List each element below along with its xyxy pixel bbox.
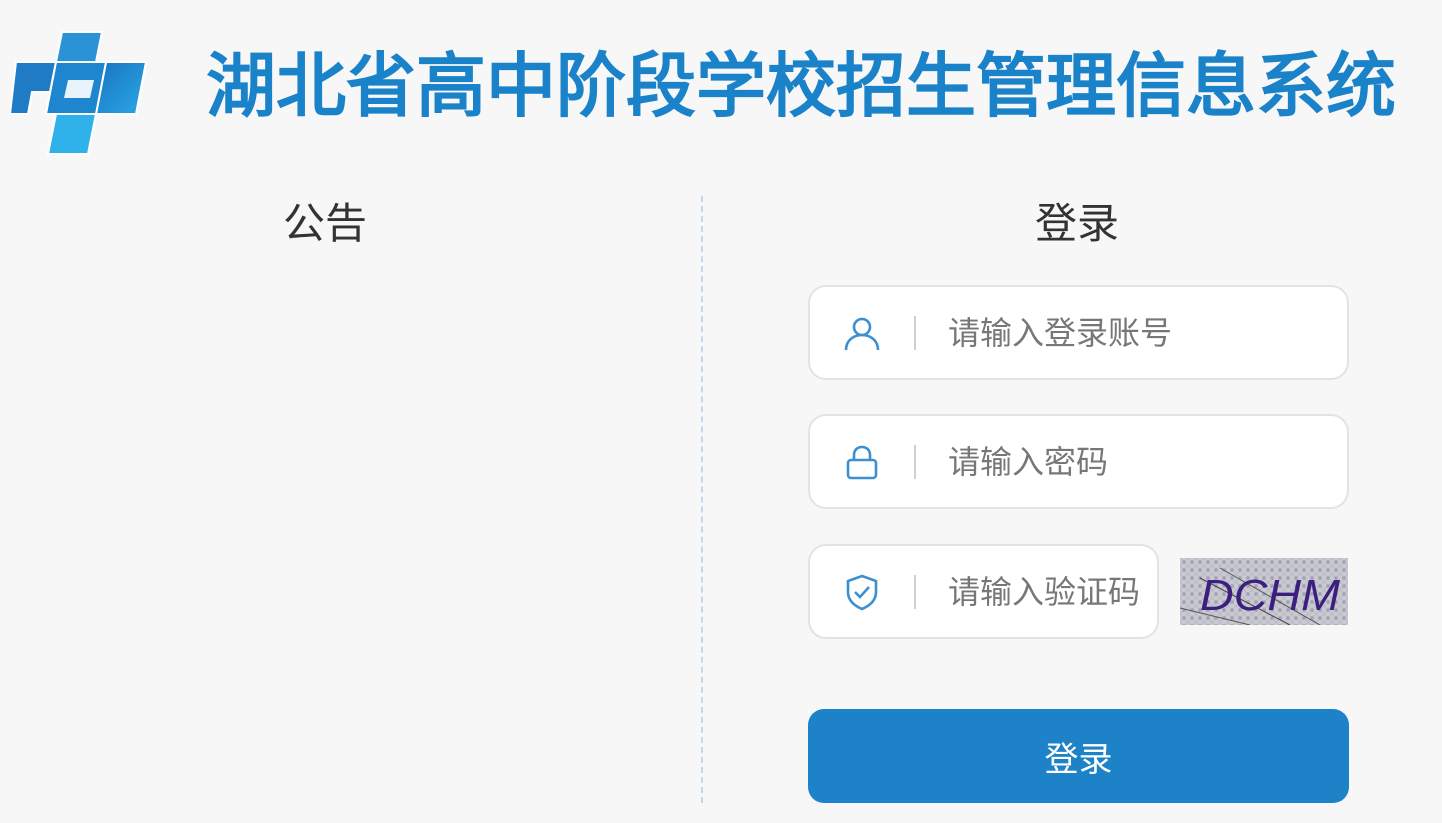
captcha-field[interactable] — [808, 544, 1159, 639]
login-button[interactable]: 登录 — [808, 709, 1349, 803]
captcha-image[interactable]: DCHM — [1180, 558, 1348, 625]
password-field[interactable] — [808, 414, 1349, 509]
user-icon — [844, 317, 880, 350]
column-divider — [701, 196, 703, 803]
password-input[interactable] — [948, 442, 1318, 481]
login-heading: 登录 — [1035, 199, 1120, 248]
field-separator — [914, 444, 916, 479]
lock-icon — [846, 445, 878, 479]
captcha-text: DCHM — [1200, 571, 1340, 620]
username-input[interactable] — [948, 313, 1318, 352]
login-page: 湖北省高中阶段学校招生管理信息系统 公告 登录 请输入登录账号 请输入验证码 D… — [0, 0, 1442, 823]
field-separator — [914, 574, 916, 609]
field-separator — [914, 315, 916, 350]
site-title: 湖北省高中阶段学校招生管理信息系统 — [206, 45, 1396, 127]
username-field[interactable] — [808, 285, 1349, 380]
shield-check-icon — [846, 574, 878, 610]
logo-icon — [10, 31, 148, 155]
notice-heading: 公告 — [283, 199, 368, 248]
captcha-input[interactable] — [948, 572, 1148, 611]
